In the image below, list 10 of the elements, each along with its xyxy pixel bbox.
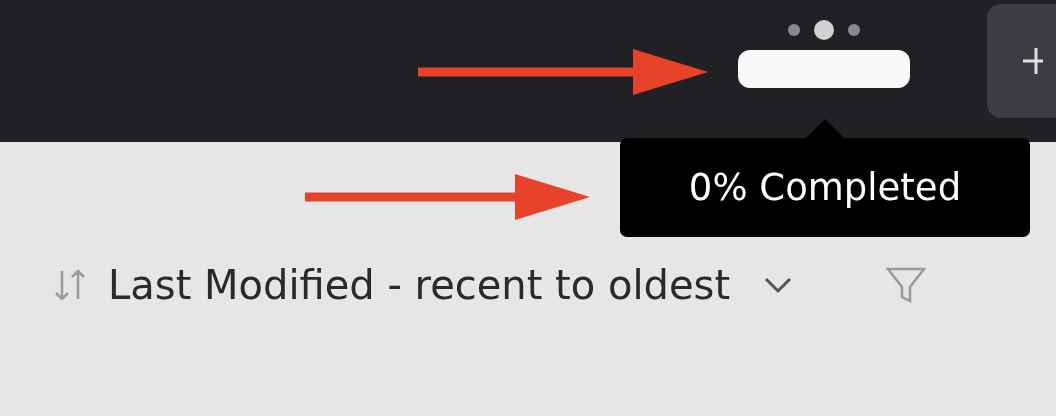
add-button[interactable] [987, 4, 1056, 118]
plus-icon [1021, 46, 1043, 76]
arrow-icon [305, 172, 590, 222]
page-dot[interactable] [814, 20, 834, 40]
sort-dropdown[interactable]: Last Modified - recent to oldest [108, 262, 797, 308]
page-dot[interactable] [788, 24, 800, 36]
tooltip: 0% Completed [620, 138, 1030, 237]
page-dot[interactable] [848, 24, 860, 36]
arrow-icon [418, 47, 708, 97]
tooltip-pointer [805, 119, 845, 139]
